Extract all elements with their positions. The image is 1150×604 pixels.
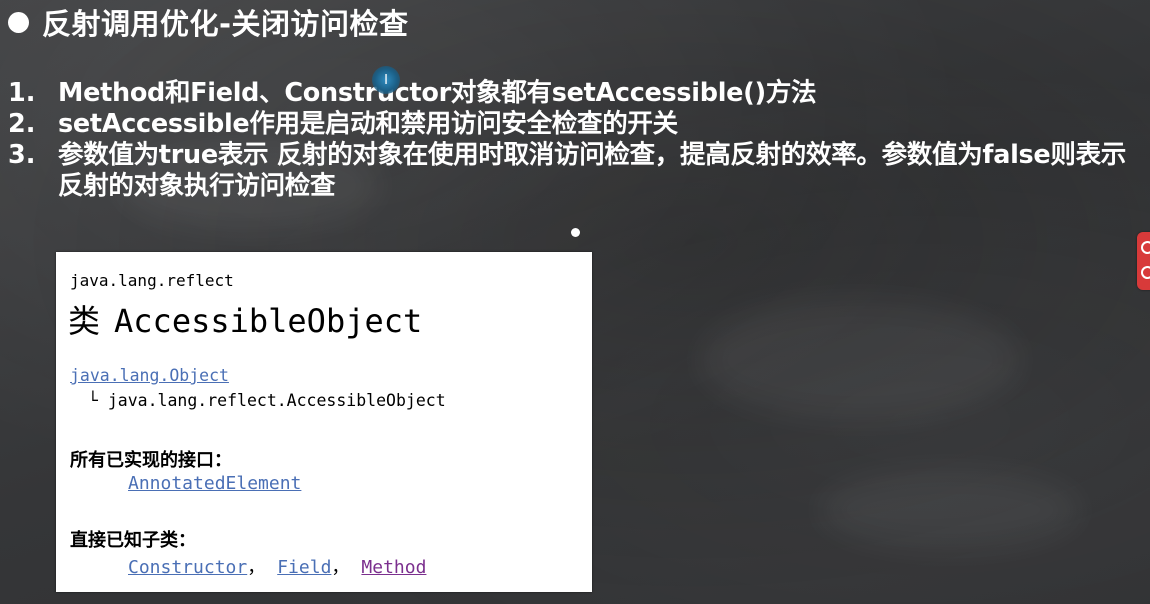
class-title: 类 AccessibleObject bbox=[68, 296, 422, 342]
point-list: 1. Method和Field、Constructor对象都有setAccess… bbox=[8, 78, 1150, 202]
text-cursor-icon: I bbox=[372, 66, 400, 94]
list-item-number: 3. bbox=[8, 140, 36, 170]
package-name: java.lang.reflect bbox=[70, 271, 234, 290]
title-bullet-icon bbox=[8, 11, 29, 33]
separator: ， bbox=[247, 557, 266, 578]
separator: ， bbox=[331, 557, 350, 578]
subclasses-heading: 直接已知子类： bbox=[70, 530, 196, 551]
subclasses-list: Constructor， Field， Method bbox=[128, 553, 426, 579]
inheritance-child: └ java.lang.reflect.AccessibleObject bbox=[88, 391, 446, 410]
side-tab-glyph-icon bbox=[1141, 241, 1150, 254]
list-item: 3. 参数值为true表示 反射的对象在使用时取消访问检查，提高反射的效率。参数… bbox=[8, 140, 1150, 202]
interfaces-heading: 所有已实现的接口： bbox=[70, 450, 232, 471]
class-keyword: 类 bbox=[68, 302, 101, 340]
red-side-tab-icon[interactable] bbox=[1137, 232, 1150, 290]
subclass-link-constructor[interactable]: Constructor bbox=[128, 557, 247, 578]
subclass-link-field[interactable]: Field bbox=[277, 557, 331, 578]
list-item-number: 1. bbox=[8, 78, 36, 108]
class-name: AccessibleObject bbox=[114, 302, 423, 340]
subclass-link-method[interactable]: Method bbox=[361, 557, 426, 578]
list-item-text: setAccessible作用是启动和禁用访问安全检查的开关 bbox=[58, 109, 678, 139]
cursor-glyph: I bbox=[384, 72, 388, 88]
child-class-name: java.lang.reflect.AccessibleObject bbox=[107, 391, 446, 410]
list-item-text: Method和Field、Constructor对象都有setAccessibl… bbox=[58, 78, 817, 108]
interface-link-annotated-element[interactable]: AnnotatedElement bbox=[128, 473, 301, 494]
list-item-text: 参数值为true表示 反射的对象在使用时取消访问检查，提高反射的效率。参数值为f… bbox=[58, 140, 1127, 201]
side-tab-glyph-icon bbox=[1141, 266, 1150, 279]
parent-class-link[interactable]: java.lang.Object bbox=[70, 366, 229, 385]
slide-title-text: 反射调用优化-关闭访问检查 bbox=[42, 7, 409, 41]
list-item: 1. Method和Field、Constructor对象都有setAccess… bbox=[8, 78, 1150, 109]
list-item: 2. setAccessible作用是启动和禁用访问安全检查的开关 bbox=[8, 109, 1150, 140]
list-item-number: 2. bbox=[8, 109, 36, 139]
tree-branch-icon: └ bbox=[88, 391, 98, 410]
slide-title: 反射调用优化-关闭访问检查 bbox=[8, 0, 409, 44]
inheritance-parent: java.lang.Object bbox=[70, 366, 229, 385]
pointer-dot-icon bbox=[571, 228, 580, 237]
interfaces-list: AnnotatedElement bbox=[128, 473, 301, 494]
javadoc-panel: java.lang.reflect 类 AccessibleObject java… bbox=[56, 252, 592, 592]
